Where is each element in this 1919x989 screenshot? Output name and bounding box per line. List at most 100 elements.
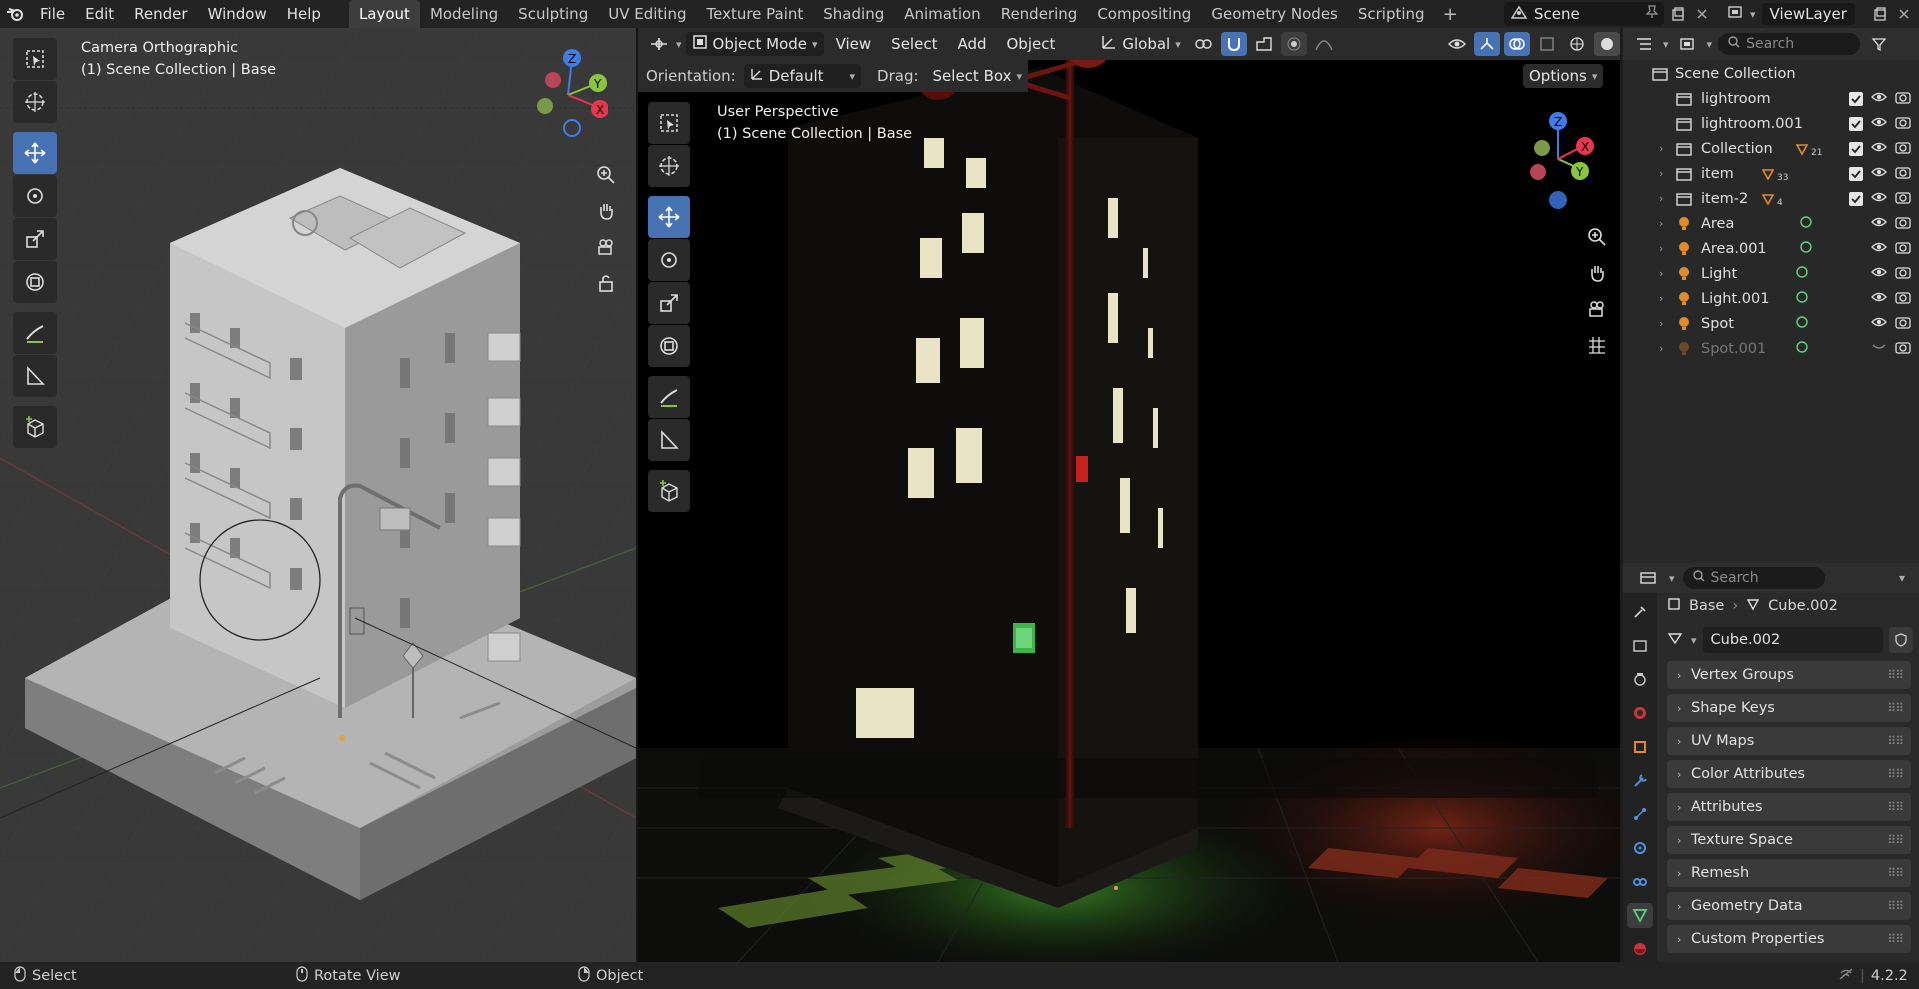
filter-icon[interactable] — [1866, 32, 1892, 56]
fake-user-shield-icon[interactable] — [1889, 627, 1913, 653]
snap-target-icon[interactable] — [1251, 32, 1277, 56]
visibility-icon[interactable] — [1444, 32, 1470, 56]
exclude-checkbox[interactable] — [1849, 166, 1863, 181]
panel-header-texture-space[interactable]: › Texture Space ⠿⠿ — [1667, 826, 1911, 854]
eye-icon[interactable] — [1871, 216, 1887, 232]
menu-window[interactable]: Window — [198, 0, 277, 28]
exclude-checkbox[interactable] — [1849, 191, 1863, 206]
lock-icon[interactable] — [591, 268, 621, 298]
tab-geometry-nodes[interactable]: Geometry Nodes — [1201, 0, 1348, 28]
mesh-name-field[interactable]: Cube.002 — [1702, 627, 1883, 653]
menu-render[interactable]: Render — [124, 0, 197, 28]
scale-tool[interactable] — [648, 282, 690, 324]
outliner-root-row[interactable]: Scene Collection — [1623, 61, 1919, 86]
solid-shading-icon[interactable] — [1594, 32, 1620, 56]
properties-search-input[interactable]: Search — [1682, 567, 1825, 589]
breadcrumb-mesh[interactable]: Cube.002 — [1768, 598, 1838, 614]
pan-hand-icon[interactable] — [1582, 258, 1612, 288]
camera-render-icon[interactable] — [1895, 315, 1911, 333]
viewlayer-selector[interactable]: ▾ ViewLayer — [1722, 2, 1878, 26]
tab-shading[interactable]: Shading — [813, 0, 894, 28]
menu-object[interactable]: Object — [999, 35, 1064, 53]
tab-uv-editing[interactable]: UV Editing — [598, 0, 696, 28]
expand-chevron-icon[interactable]: › — [1659, 317, 1671, 330]
snap-icon[interactable] — [1220, 32, 1247, 56]
panel-header-uv-maps[interactable]: › UV Maps ⠿⠿ — [1667, 727, 1911, 755]
tab-texture-paint[interactable]: Texture Paint — [696, 0, 813, 28]
output-tab-icon[interactable] — [1627, 666, 1653, 692]
tab-sculpting[interactable]: Sculpting — [508, 0, 598, 28]
particles-tab-icon[interactable] — [1627, 801, 1653, 827]
new-scene-icon[interactable] — [1666, 2, 1690, 26]
rotate-tool[interactable] — [13, 175, 57, 217]
cursor-tool[interactable] — [648, 145, 690, 187]
panel-header-vertex-groups[interactable]: › Vertex Groups ⠿⠿ — [1667, 661, 1911, 689]
light-data-icon[interactable] — [1795, 265, 1809, 283]
outliner-row[interactable]: › item 33 — [1623, 161, 1919, 186]
camera-render-icon[interactable] — [1895, 265, 1911, 283]
left-navigation-gizmo[interactable]: Z Y X — [528, 43, 608, 143]
delete-scene-icon[interactable] — [1690, 2, 1714, 26]
eye-icon[interactable] — [1871, 191, 1887, 207]
right-navigation-gizmo[interactable]: Z Y X — [1513, 104, 1603, 214]
eye-icon[interactable] — [1871, 291, 1887, 307]
expand-chevron-icon[interactable]: › — [1659, 142, 1671, 155]
tab-layout[interactable]: Layout — [348, 0, 420, 28]
data-tab-icon[interactable] — [1627, 902, 1653, 929]
drag-dropdown[interactable]: Select Box ▾ — [926, 64, 1028, 88]
outliner-editor-type-icon[interactable] — [1631, 32, 1657, 56]
outliner-row[interactable]: › item-2 4 — [1623, 186, 1919, 211]
panel-header-shape-keys[interactable]: › Shape Keys ⠿⠿ — [1667, 694, 1911, 722]
panel-header-remesh[interactable]: › Remesh ⠿⠿ — [1667, 859, 1911, 887]
display-mode-icon[interactable] — [1675, 32, 1701, 56]
falloff-icon[interactable] — [1311, 32, 1337, 56]
menu-file[interactable]: File — [30, 0, 75, 28]
measure-tool[interactable] — [648, 419, 690, 461]
pivot-icon[interactable] — [1191, 32, 1217, 56]
light-data-icon[interactable] — [1799, 240, 1813, 258]
eye-icon[interactable] — [1871, 266, 1887, 282]
eye-icon[interactable] — [1871, 91, 1887, 107]
menu-edit[interactable]: Edit — [75, 0, 124, 28]
panel-header-color-attributes[interactable]: › Color Attributes ⠿⠿ — [1667, 760, 1911, 788]
modifier-tab-icon[interactable] — [1627, 768, 1653, 794]
add-cube-tool[interactable] — [13, 406, 57, 448]
eye-icon[interactable] — [1871, 241, 1887, 257]
editor-type-icon[interactable] — [646, 32, 672, 56]
outliner-row[interactable]: › Collection 21 — [1623, 136, 1919, 161]
expand-chevron-icon[interactable]: › — [1659, 192, 1671, 205]
expand-chevron-icon[interactable]: › — [1659, 267, 1671, 280]
zoom-icon[interactable] — [591, 160, 621, 190]
outliner-row[interactable]: › Spot.001 — [1623, 336, 1919, 361]
camera-render-icon[interactable] — [1895, 240, 1911, 258]
left-viewport[interactable]: Camera Orthographic (1) Scene Collection… — [0, 28, 636, 962]
light-data-icon[interactable] — [1795, 315, 1809, 333]
right-viewport[interactable]: User Perspective (1) Scene Collection | … — [638, 28, 1620, 962]
outliner-row[interactable]: lightroom — [1623, 86, 1919, 111]
orientation-dropdown[interactable]: Default ▾ — [743, 64, 862, 88]
render-tab-icon[interactable] — [1627, 633, 1653, 659]
outliner-row[interactable]: lightroom.001 — [1623, 111, 1919, 136]
drag-grip-icon[interactable]: ⠿⠿ — [1887, 734, 1904, 748]
camera-render-icon[interactable] — [1895, 165, 1911, 183]
menu-view[interactable]: View — [828, 35, 880, 53]
tool-tab-icon[interactable] — [1627, 599, 1653, 625]
menu-select[interactable]: Select — [883, 35, 945, 53]
children-badge[interactable]: 21 — [1795, 140, 1822, 158]
outliner-row[interactable]: › Area — [1623, 211, 1919, 236]
wireframe-shading-icon[interactable] — [1564, 32, 1590, 56]
object-tab-icon[interactable] — [1627, 734, 1653, 760]
outliner-row[interactable]: › Spot — [1623, 311, 1919, 336]
tab-animation[interactable]: Animation — [894, 0, 990, 28]
children-badge[interactable]: 4 — [1761, 190, 1783, 208]
blender-logo-icon[interactable] — [0, 0, 30, 28]
children-badge[interactable]: 33 — [1761, 165, 1788, 183]
drag-grip-icon[interactable]: ⠿⠿ — [1887, 899, 1904, 913]
add-workspace-button[interactable]: + — [1435, 4, 1466, 25]
light-data-icon[interactable] — [1795, 290, 1809, 308]
overlay-toggle-icon[interactable] — [1504, 32, 1530, 56]
exclude-checkbox[interactable] — [1849, 141, 1863, 156]
camera-render-icon[interactable] — [1895, 90, 1911, 108]
camera-render-icon[interactable] — [1895, 190, 1911, 208]
eye-icon[interactable] — [1871, 116, 1887, 132]
